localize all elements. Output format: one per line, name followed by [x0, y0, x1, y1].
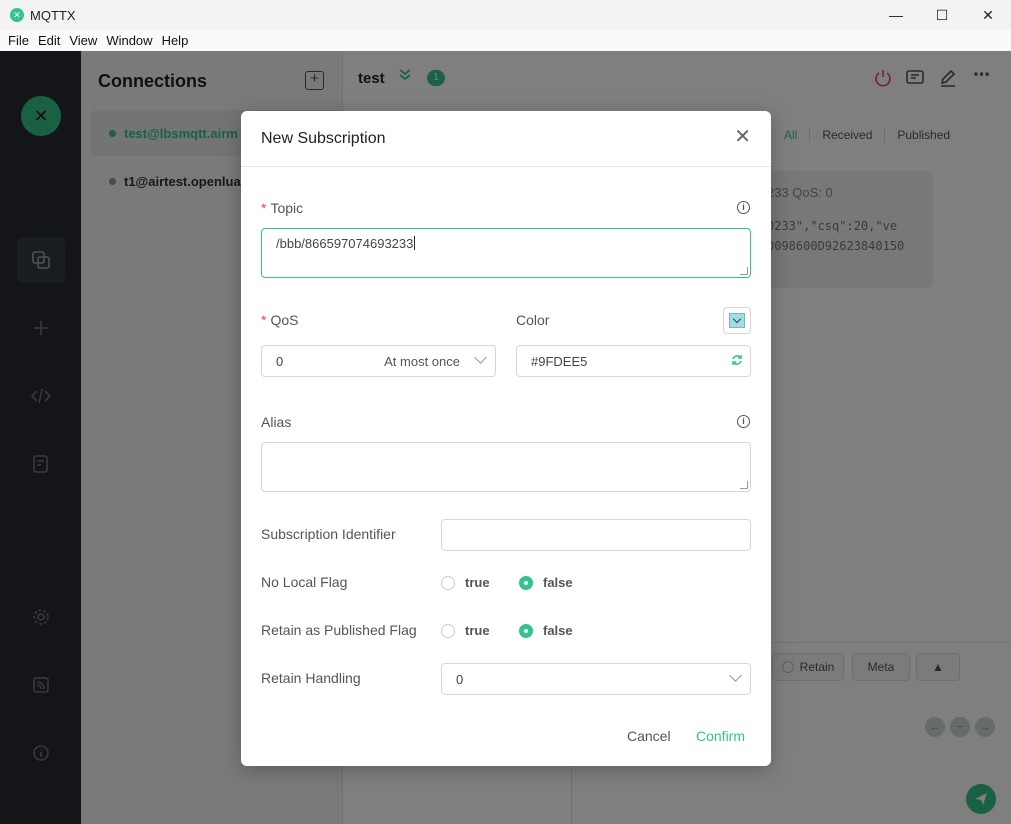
cancel-button[interactable]: Cancel	[627, 728, 671, 744]
close-window-button[interactable]: ✕	[965, 0, 1011, 30]
title-bar: ✕ MQTTX — ☐ ✕	[0, 0, 1011, 30]
topic-input[interactable]: /bbb/866597074693233	[261, 228, 751, 278]
subscription-identifier-input[interactable]	[441, 519, 751, 551]
qos-value: 0	[276, 353, 284, 369]
color-label: Color	[516, 312, 550, 328]
chevron-down-icon	[729, 669, 742, 682]
alias-info-icon[interactable]: i	[737, 415, 750, 428]
menu-window[interactable]: Window	[102, 33, 156, 48]
required-marker: *	[261, 200, 267, 216]
rap-false-radio[interactable]: false	[519, 623, 573, 638]
retain-handling-select[interactable]: 0	[441, 663, 751, 695]
window-title: MQTTX	[30, 7, 76, 23]
topic-info-icon[interactable]: i	[737, 201, 750, 214]
radio-circle-icon	[441, 623, 455, 638]
text-cursor	[414, 236, 416, 250]
menu-edit[interactable]: Edit	[34, 33, 64, 48]
app-icon: ✕	[10, 8, 24, 22]
radio-label: false	[543, 623, 573, 638]
close-icon[interactable]: ✕	[734, 127, 751, 147]
radio-label: false	[543, 575, 573, 590]
required-marker: *	[261, 312, 267, 328]
alias-label: Alias	[261, 414, 292, 430]
no-local-flag-label: No Local Flag	[261, 574, 348, 590]
maximize-button[interactable]: ☐	[919, 0, 965, 30]
refresh-icon[interactable]	[731, 353, 743, 369]
resize-handle-icon[interactable]	[740, 481, 748, 489]
radio-circle-icon	[519, 623, 533, 638]
menu-view[interactable]: View	[65, 33, 101, 48]
topic-label-text: Topic	[270, 200, 304, 216]
dialog-title: New Subscription	[261, 130, 386, 147]
topic-value: /bbb/866597074693233	[276, 236, 414, 251]
qos-select[interactable]: 0 At most once	[261, 345, 496, 377]
no-local-true-radio[interactable]: true	[441, 575, 490, 590]
minimize-button[interactable]: —	[873, 0, 919, 30]
color-value: #9FDEE5	[531, 353, 588, 369]
retain-handling-value: 0	[456, 671, 464, 687]
menu-file[interactable]: File	[4, 33, 33, 48]
topic-label: * Topic	[261, 200, 303, 216]
radio-circle-icon	[441, 575, 455, 590]
retain-as-published-label: Retain as Published Flag	[261, 622, 417, 638]
color-picker-button[interactable]	[723, 307, 751, 334]
radio-circle-icon	[519, 575, 533, 590]
qos-label: * QoS	[261, 312, 298, 328]
color-input[interactable]: #9FDEE5	[516, 345, 751, 377]
new-subscription-dialog: New Subscription ✕ * Topic i /bbb/8665970…	[241, 111, 771, 766]
color-swatch	[729, 313, 745, 328]
confirm-button[interactable]: Confirm	[696, 728, 745, 744]
radio-label: true	[465, 575, 490, 590]
chevron-down-icon	[474, 351, 487, 364]
dialog-header: New Subscription ✕	[241, 111, 771, 167]
window-controls: — ☐ ✕	[873, 0, 1011, 30]
no-local-false-radio[interactable]: false	[519, 575, 573, 590]
subscription-identifier-label: Subscription Identifier	[261, 526, 396, 542]
qos-label-text: QoS	[270, 312, 299, 328]
retain-handling-label: Retain Handling	[261, 670, 361, 686]
menu-help[interactable]: Help	[158, 33, 193, 48]
menu-bar: File Edit View Window Help	[0, 30, 1011, 51]
qos-description: At most once	[384, 354, 460, 369]
alias-input[interactable]	[261, 442, 751, 492]
rap-true-radio[interactable]: true	[441, 623, 490, 638]
resize-handle-icon[interactable]	[740, 267, 748, 275]
radio-label: true	[465, 623, 490, 638]
